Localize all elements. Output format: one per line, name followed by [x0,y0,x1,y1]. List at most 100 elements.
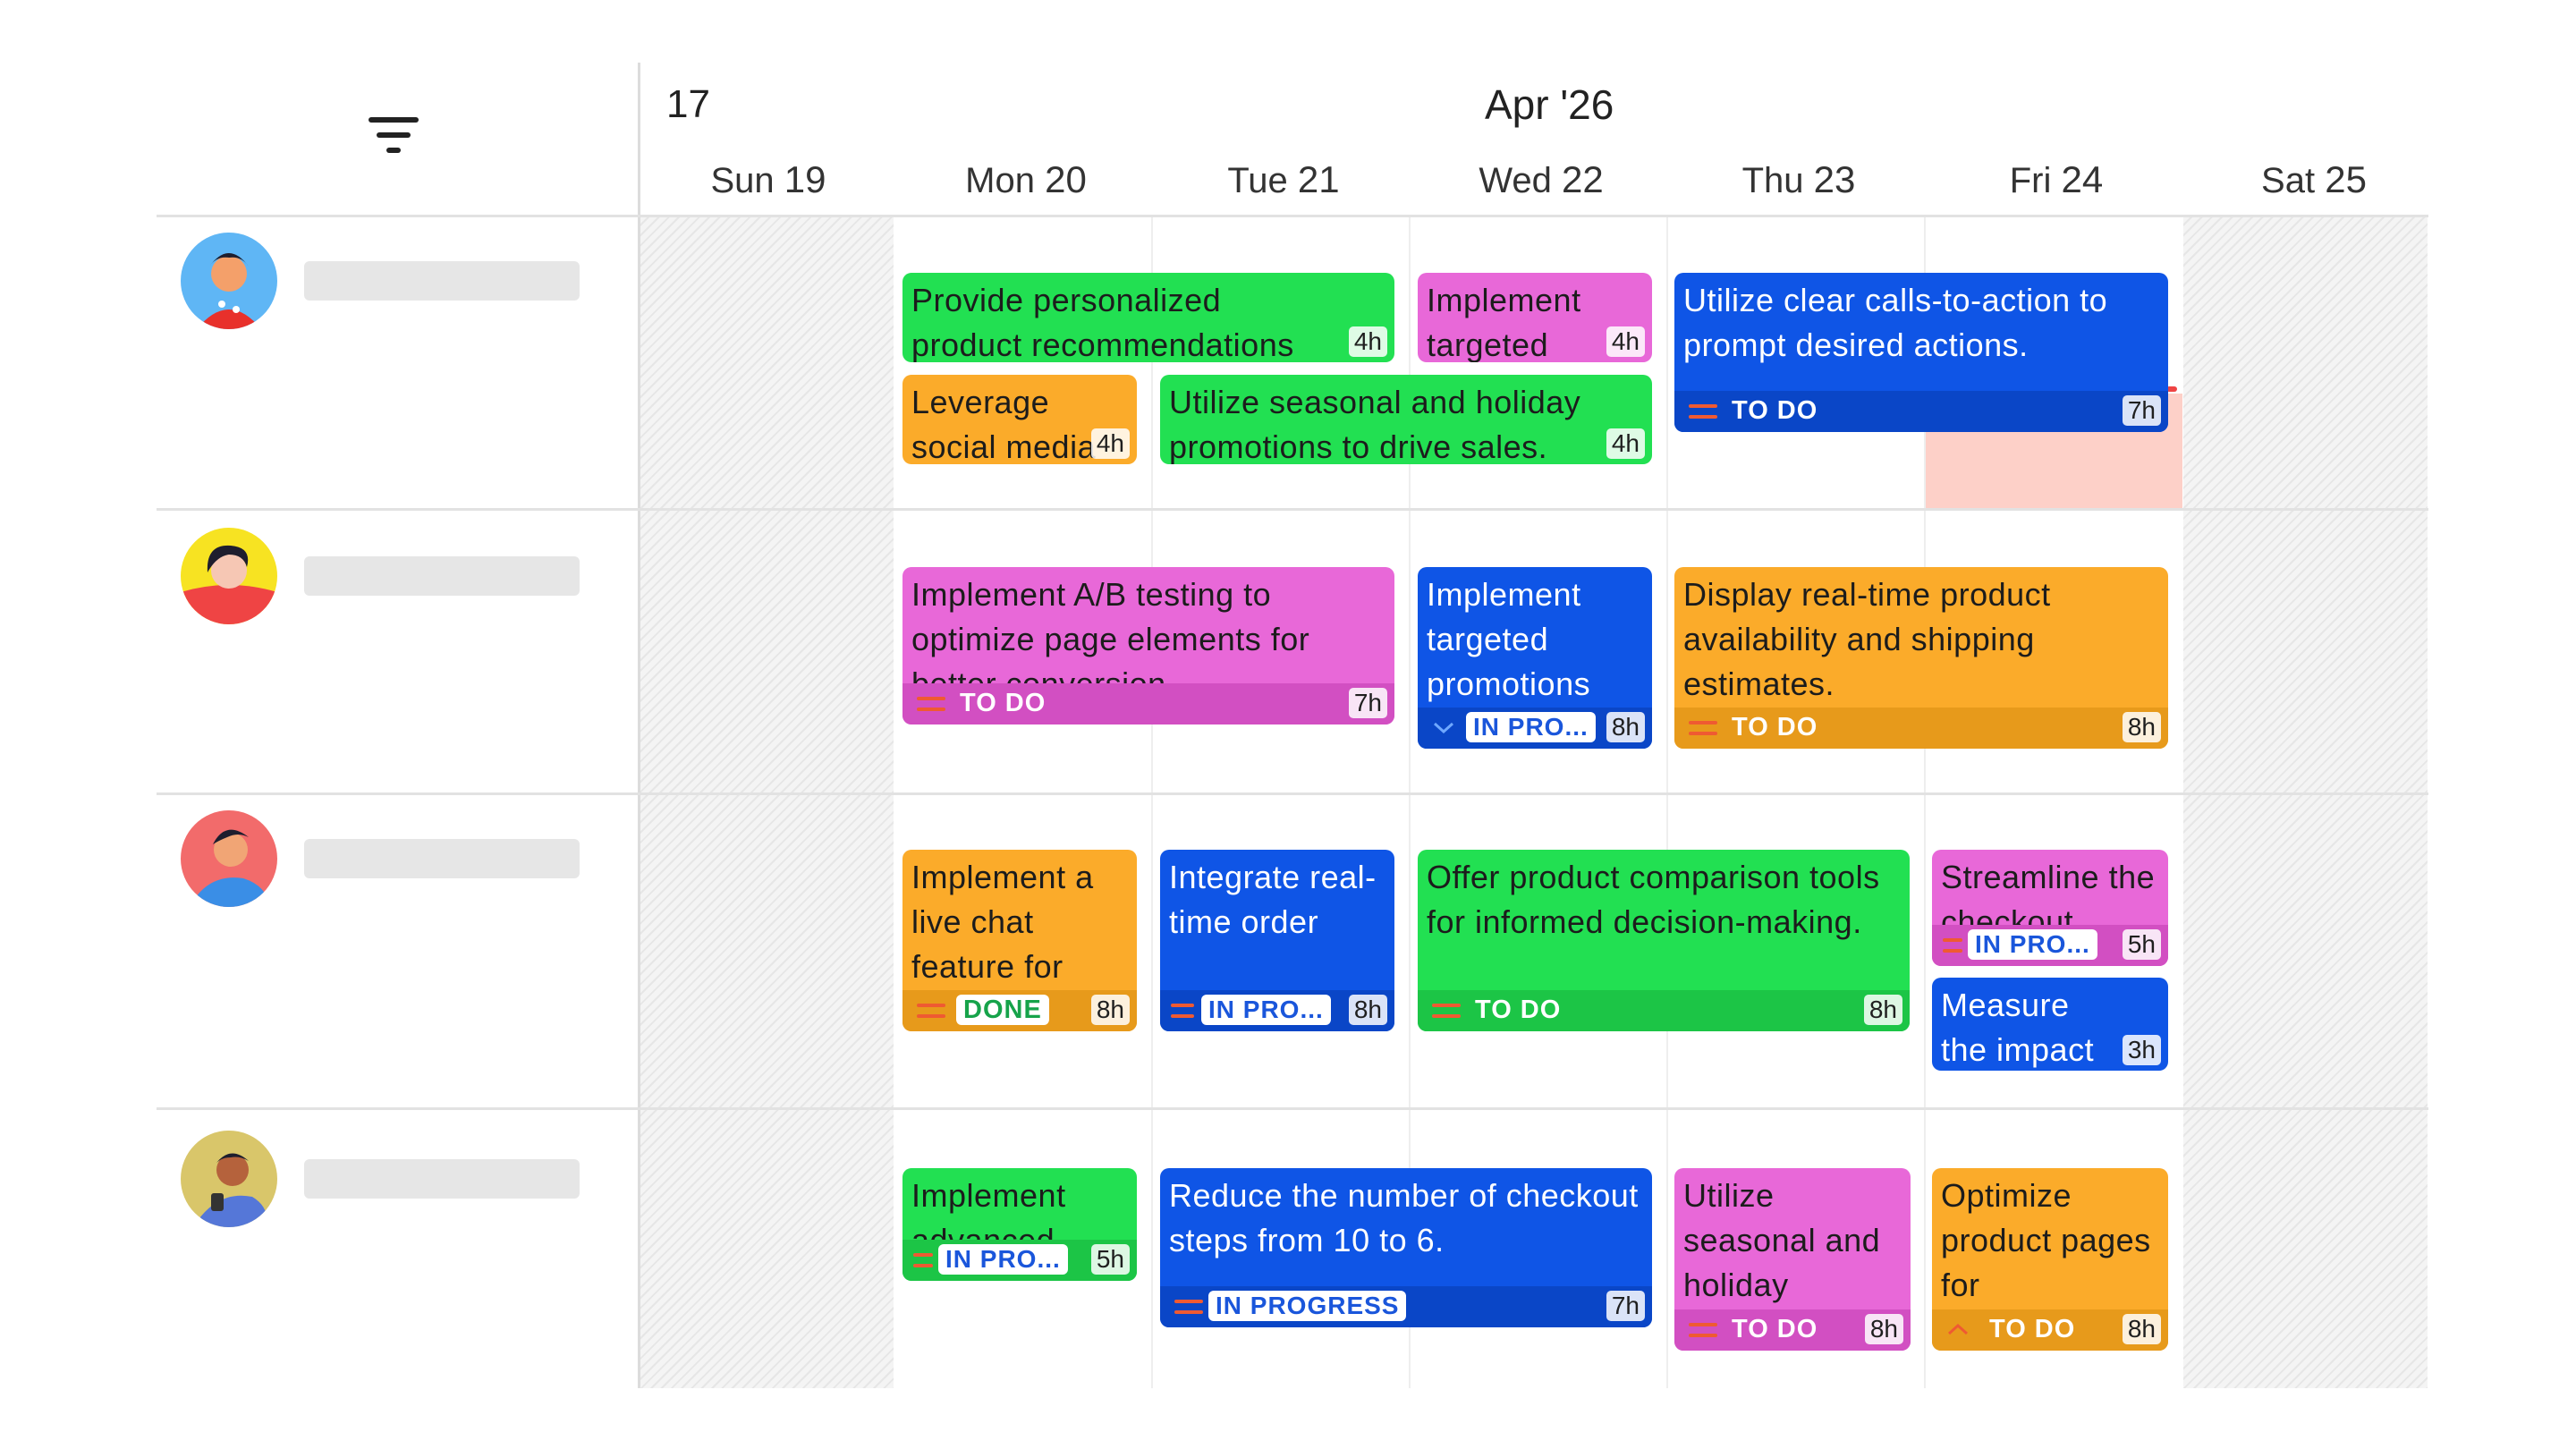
status-badge[interactable]: IN PRO... [1201,995,1331,1025]
equals-icon [1171,1004,1194,1018]
task-title: Display real-time product availability a… [1683,576,2051,702]
equals-icon [1174,1300,1203,1314]
status-badge[interactable]: IN PROGRESS [1208,1291,1407,1321]
member-name-placeholder [304,839,580,878]
weekend-column-sun [640,216,894,1388]
task-title: Implement advanced [911,1177,1066,1241]
task-footer: TO DO 8h [1418,990,1910,1031]
day-header-wed: Wed 22 [1479,158,1604,200]
avatar[interactable] [181,1131,277,1227]
task-title: Offer product comparison tools for infor… [1427,859,1880,940]
day-header-sat: Sat 25 [2261,158,2367,200]
task-title: Streamline the checkout [1941,859,2156,927]
task-card[interactable]: Implement targeted promotions IN PRO... … [1418,567,1652,749]
task-footer: IN PRO... 8h [1418,708,1652,749]
equals-icon [913,1253,933,1267]
task-card[interactable]: Reduce the number of checkout steps from… [1160,1168,1652,1327]
day-header-thu: Thu 23 [1741,158,1856,200]
sidebar-divider [638,63,640,1388]
status-badge[interactable]: IN PRO... [1968,929,2097,960]
task-card[interactable]: Utilize seasonal and holiday TO DO 8h [1674,1168,1911,1351]
task-title: Utilize clear calls-to-action to prompt … [1683,282,2108,363]
equals-icon [917,697,945,711]
task-card[interactable]: Implement advanced IN PRO... 5h [902,1168,1137,1281]
day-header-fri: Fri 24 [2009,158,2104,200]
task-title: Implement targeted promotions [1427,576,1591,702]
task-hours: 5h [2122,929,2161,960]
task-hours: 8h [1090,995,1130,1025]
task-title: Utilize seasonal and holiday promotions … [1169,384,1581,464]
task-card[interactable]: Display real-time product availability a… [1674,567,2168,749]
filter-icon[interactable] [362,112,425,158]
month-label: Apr '26 [1485,81,1614,128]
chevron-up-icon [1947,1323,1969,1335]
task-hours: 8h [2122,712,2161,742]
member-name-placeholder [304,1159,580,1199]
chevron-down-icon [1433,722,1454,734]
row-divider [157,508,2428,511]
task-card[interactable]: Implement targeted 4h [1418,273,1652,362]
task-title: Implement A/B testing to optimize page e… [911,576,1310,685]
status-badge[interactable]: IN PRO... [938,1244,1068,1275]
task-hours: 4h [1606,428,1645,459]
equals-icon [1689,1323,1717,1337]
task-card[interactable]: Utilize seasonal and holiday promotions … [1160,375,1652,464]
day-header-mon: Mon 20 [965,158,1087,200]
task-hours: 5h [1090,1244,1130,1275]
column-divider [1151,216,1153,1388]
task-card[interactable]: Utilize clear calls-to-action to prompt … [1674,273,2168,432]
task-card[interactable]: Implement a live chat feature for DONE 8… [902,850,1137,1031]
task-card[interactable]: Provide personalized product recommendat… [902,273,1394,362]
task-footer: TO DO 8h [1932,1309,2168,1351]
avatar[interactable] [181,233,277,329]
task-card[interactable]: Integrate real-time order IN PRO... 8h [1160,850,1394,1031]
column-divider [1666,216,1668,1388]
task-card[interactable]: Leverage social media 4h [902,375,1137,464]
status-badge[interactable]: TO DO [1989,1314,2075,1344]
row-divider [157,792,2428,795]
task-hours: 8h [2122,1314,2161,1344]
task-footer: TO DO 8h [1674,708,2168,749]
task-card[interactable]: Implement A/B testing to optimize page e… [902,567,1394,724]
task-hours: 8h [1863,995,1902,1025]
status-badge[interactable]: TO DO [1732,712,1818,742]
day-header-tue: Tue 21 [1227,158,1340,200]
status-badge[interactable]: TO DO [1475,995,1561,1025]
status-badge[interactable]: IN PRO... [1466,712,1596,742]
equals-icon [1943,938,1962,953]
header-divider [157,215,2428,217]
task-card[interactable]: Optimize product pages for TO DO 8h [1932,1168,2168,1351]
task-hours: 3h [2122,1035,2161,1065]
task-hours: 8h [1348,995,1387,1025]
status-badge[interactable]: TO DO [1732,1314,1818,1344]
weekend-column-sat [2183,216,2428,1388]
task-hours: 8h [1606,712,1645,742]
task-footer: DONE 8h [902,990,1137,1031]
task-title: Measure the impact of [1941,987,2095,1068]
task-title: Reduce the number of checkout steps from… [1169,1177,1639,1258]
task-card[interactable]: Streamline the checkout IN PRO... 5h [1932,850,2168,966]
task-title: Provide personalized product recommendat… [911,282,1294,362]
task-hours: 4h [1090,428,1130,459]
status-badge[interactable]: DONE [956,995,1049,1025]
equals-icon [1689,721,1717,735]
task-footer: TO DO 7h [1674,391,2168,432]
status-badge[interactable]: TO DO [960,688,1046,718]
equals-icon [1432,1004,1461,1018]
status-badge[interactable]: TO DO [1732,395,1818,426]
task-title: Integrate real-time order [1169,859,1377,940]
task-footer: TO DO 8h [1674,1309,1911,1351]
avatar[interactable] [181,810,277,907]
task-footer: TO DO 7h [902,683,1394,724]
task-footer: IN PRO... 5h [902,1240,1137,1281]
task-card[interactable]: Offer product comparison tools for infor… [1418,850,1910,1031]
equals-icon [917,1004,945,1018]
task-hours: 7h [1606,1291,1645,1321]
task-footer: IN PRO... 5h [1932,925,2168,966]
avatar[interactable] [181,528,277,624]
task-hours: 4h [1348,326,1387,357]
task-hours: 7h [2122,395,2161,426]
member-name-placeholder [304,261,580,301]
task-title: Implement targeted [1427,282,1581,362]
task-card[interactable]: Measure the impact of 3h [1932,978,2168,1071]
